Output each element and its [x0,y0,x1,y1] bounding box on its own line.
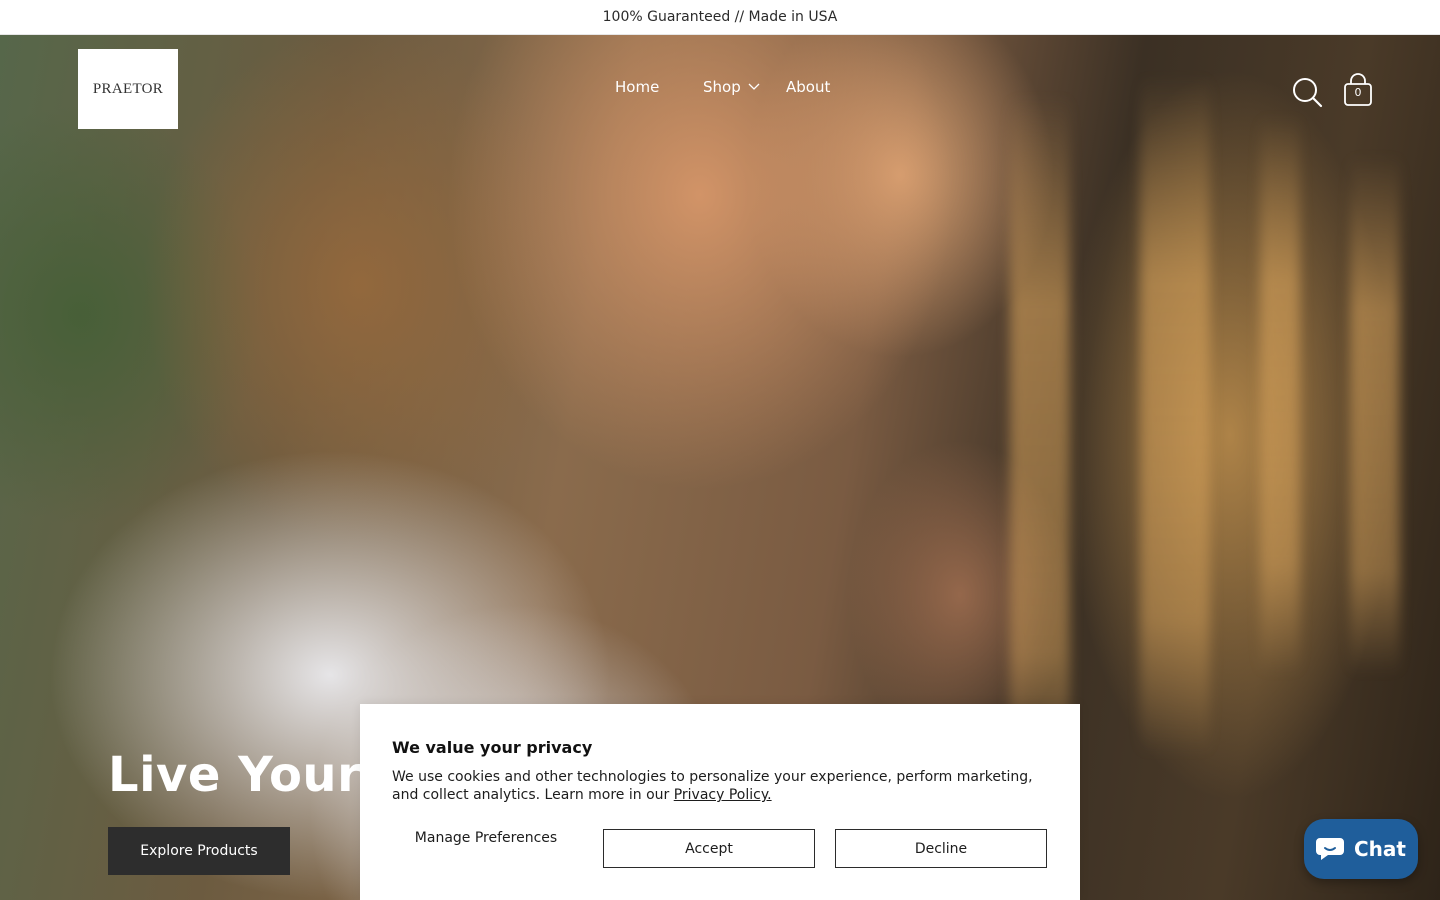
announcement-text: 100% Guaranteed // Made in USA [602,9,838,25]
hero-light-stripe [1350,155,1400,675]
nav-item-about[interactable]: About [786,78,830,96]
chat-button[interactable]: Chat [1304,819,1418,879]
explore-products-button[interactable]: Explore Products [108,827,290,875]
chat-bubble-icon [1316,838,1344,860]
chat-label: Chat [1354,837,1406,861]
privacy-title: We value your privacy [392,738,593,757]
privacy-text: We use cookies and other technologies to… [392,768,1052,804]
decline-button[interactable]: Decline [835,829,1047,868]
nav-item-label: About [786,78,831,96]
privacy-policy-link[interactable]: Privacy Policy. [674,787,772,803]
privacy-banner: We value your privacy We use cookies and… [360,704,1080,900]
hero-light-stripe [1010,95,1070,795]
search-button[interactable] [1291,76,1323,108]
nav-item-label: Home [615,78,660,96]
hero-light-stripe [1260,115,1300,675]
hero-light-stripe [1140,75,1210,755]
search-icon [1293,78,1323,108]
chevron-down-icon [748,83,760,90]
manage-preferences-button[interactable]: Manage Preferences [392,828,580,848]
cart-button[interactable]: 0 [1343,73,1373,107]
nav-item-label: Shop [703,78,741,96]
nav-item-shop[interactable]: Shop [703,78,761,96]
cart-count-badge: 0 [1354,86,1362,99]
announcement-bar: 100% Guaranteed // Made in USA [0,0,1440,35]
nav-item-home[interactable]: Home [615,78,659,96]
main-nav: Home Shop About [0,78,1440,98]
accept-button[interactable]: Accept [603,829,815,868]
